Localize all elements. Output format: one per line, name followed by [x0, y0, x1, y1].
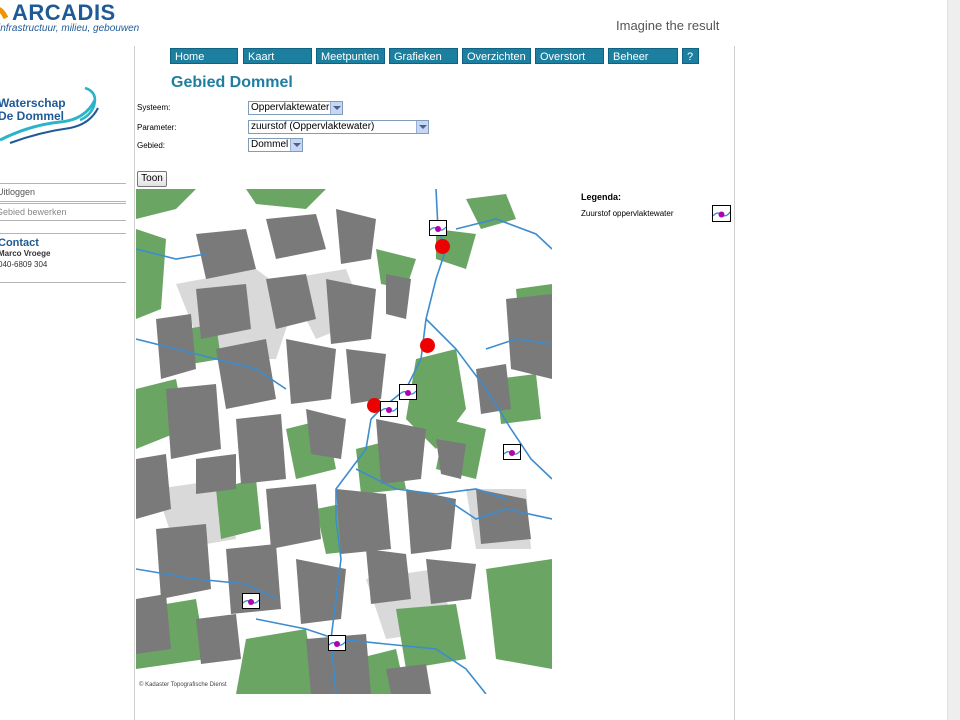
nav-grafieken[interactable]: Grafieken [389, 48, 458, 64]
systeem-select[interactable]: Oppervlaktewater [248, 101, 343, 115]
sidebar-divider [0, 183, 126, 184]
sidebar-divider [0, 201, 126, 202]
org-name-line2: De Dommel [0, 109, 65, 123]
vertical-scrollbar[interactable] [947, 0, 960, 720]
sidebar-divider [0, 282, 126, 283]
gebied-value: Dommel [251, 139, 289, 150]
map-station-icon[interactable] [328, 635, 346, 651]
sidebar-divider [0, 220, 126, 221]
parameter-select[interactable]: zuurstof (Oppervlaktewater) [248, 120, 429, 134]
map-station-icon[interactable] [503, 444, 521, 460]
map-measurement-dot[interactable] [435, 239, 450, 254]
parameter-label: Parameter: [137, 123, 177, 132]
chevron-down-icon[interactable] [290, 139, 302, 151]
tagline: Imagine the result [616, 18, 720, 33]
legend-title: Legenda: [581, 192, 622, 202]
map-canvas [136, 189, 552, 694]
map-station-icon[interactable] [242, 593, 260, 609]
nav-overstort[interactable]: Overstort [535, 48, 604, 64]
arcadis-logo-icon [0, 7, 8, 20]
nav-beheer[interactable]: Beheer [608, 48, 678, 64]
chevron-down-icon[interactable] [416, 121, 428, 133]
page-title: Gebied Dommel [171, 74, 293, 91]
brand-subtitle: infrastructuur, milieu, gebouwen [0, 23, 140, 34]
contact-title: Contact [0, 237, 39, 249]
nav-kaart[interactable]: Kaart [243, 48, 312, 64]
legend-item-label: Zuurstof oppervlaktewater [581, 209, 674, 218]
map-view[interactable] [136, 189, 552, 694]
nav-home[interactable]: Home [170, 48, 238, 64]
map-station-icon[interactable] [429, 220, 447, 236]
sidebar-divider [0, 233, 126, 234]
sidebar-link-edit-area[interactable]: Gebied bewerken [0, 207, 67, 217]
parameter-value: zuurstof (Oppervlaktewater) [251, 121, 375, 132]
gebied-label: Gebied: [137, 141, 166, 150]
org-name-line1: Waterschap [0, 96, 66, 110]
map-credit: © Kadaster Topografische Dienst [139, 682, 227, 688]
sidebar-divider [0, 203, 126, 204]
nav-help[interactable]: ? [682, 48, 699, 64]
chevron-down-icon[interactable] [330, 102, 342, 114]
gebied-select[interactable]: Dommel [248, 138, 303, 152]
map-measurement-dot[interactable] [420, 338, 435, 353]
content-border-right [734, 46, 735, 720]
systeem-label: Systeem: [137, 103, 171, 112]
legend-station-icon [712, 205, 731, 222]
systeem-value: Oppervlaktewater [251, 102, 330, 113]
sidebar-link-logout[interactable]: Uitloggen [0, 187, 35, 197]
map-station-icon[interactable] [380, 401, 398, 417]
map-station-icon[interactable] [399, 384, 417, 400]
contact-phone: 040-6809 304 [0, 260, 48, 269]
toon-button[interactable]: Toon [137, 171, 167, 187]
content-border-left [134, 46, 135, 720]
contact-name: Marco Vroege [0, 249, 51, 258]
nav-overzichten[interactable]: Overzichten [462, 48, 531, 64]
nav-meetpunten[interactable]: Meetpunten [316, 48, 385, 64]
